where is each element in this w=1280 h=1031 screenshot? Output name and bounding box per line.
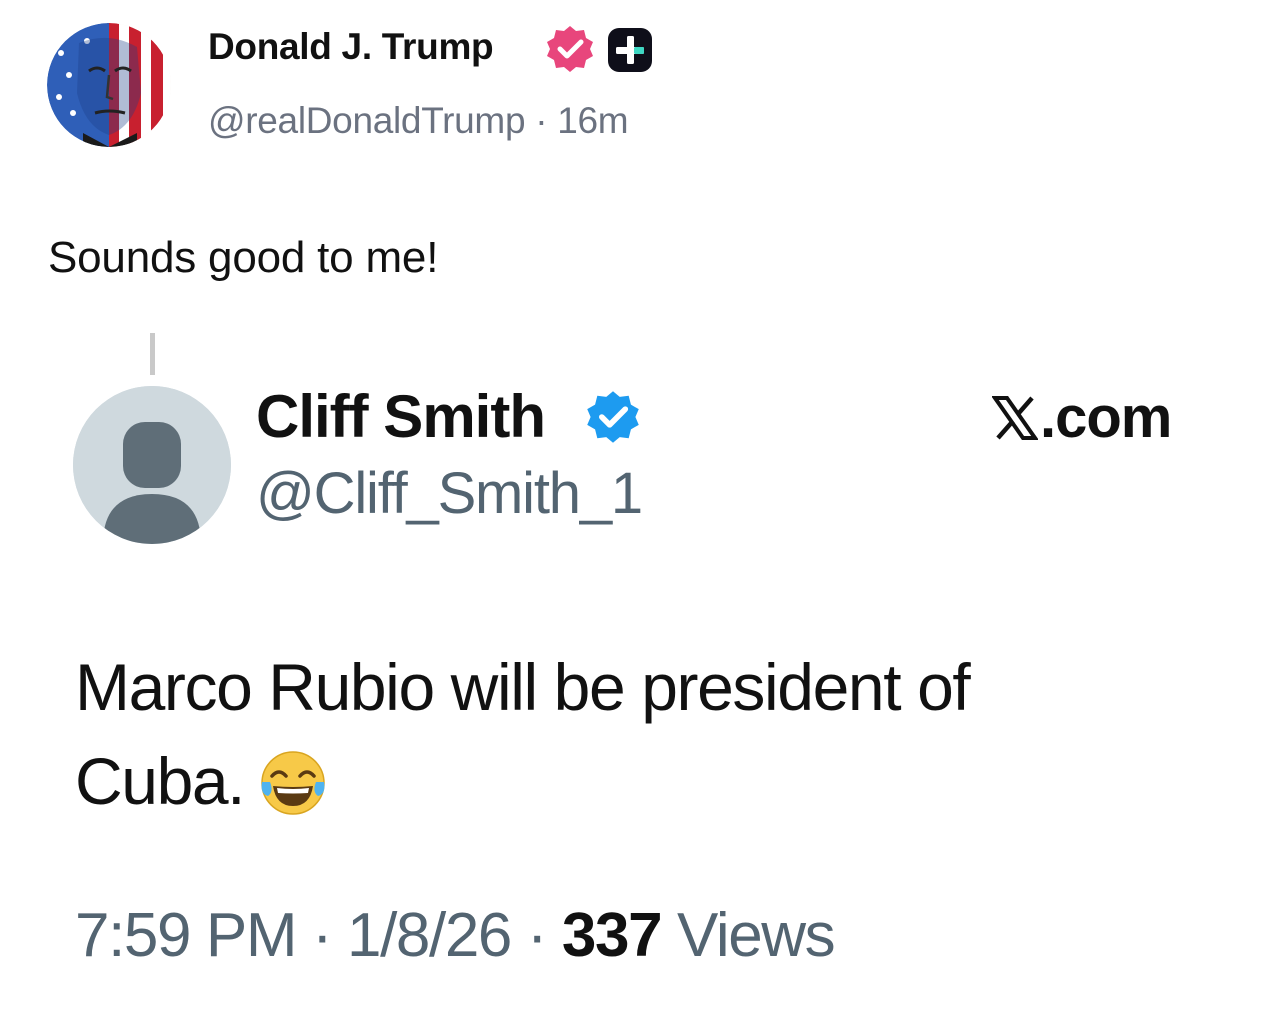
quoted-handle: @Cliff_Smith_1 bbox=[256, 461, 643, 526]
views-label: Views bbox=[676, 901, 836, 970]
quoted-author-name: Cliff Smith bbox=[256, 383, 546, 450]
quoted-body: Marco Rubio will be president of Cuba. bbox=[75, 640, 1075, 828]
quoted-body-line: Marco Rubio will be president of bbox=[75, 650, 971, 724]
author-avatar[interactable] bbox=[47, 23, 171, 147]
verified-badge-icon bbox=[585, 389, 641, 445]
author-handle[interactable]: @realDonaldTrump bbox=[208, 100, 526, 141]
face-with-tears-of-joy-icon bbox=[258, 748, 328, 818]
dot-separator: · bbox=[526, 901, 548, 970]
post-card: Donald J. Trump @realDonaldTrump · 16m S… bbox=[0, 0, 1280, 1031]
divider bbox=[150, 333, 155, 375]
quoted-time: 7:59 PM bbox=[75, 901, 298, 970]
dot-separator: · bbox=[535, 100, 548, 141]
verified-badge-icon bbox=[545, 24, 595, 74]
source-suffix: .com bbox=[1040, 385, 1172, 450]
source-label: .com bbox=[992, 384, 1172, 451]
quoted-avatar bbox=[73, 386, 231, 544]
post-time[interactable]: 16m bbox=[557, 100, 628, 141]
quoted-body-line-2: Cuba. bbox=[75, 734, 1075, 828]
views-count: 337 bbox=[561, 901, 663, 970]
quoted-body-text: Cuba. bbox=[75, 744, 246, 818]
truth-plus-icon bbox=[607, 27, 653, 73]
author-name[interactable]: Donald J. Trump bbox=[208, 26, 494, 68]
post-text: Sounds good to me! bbox=[48, 233, 439, 282]
quoted-meta: 7:59 PM · 1/8/26 · 337 Views bbox=[75, 900, 836, 971]
dot-separator: · bbox=[311, 901, 333, 970]
author-handle-line: @realDonaldTrump · 16m bbox=[208, 100, 629, 142]
quoted-date: 1/8/26 bbox=[347, 901, 512, 970]
x-logo-icon bbox=[992, 396, 1038, 440]
